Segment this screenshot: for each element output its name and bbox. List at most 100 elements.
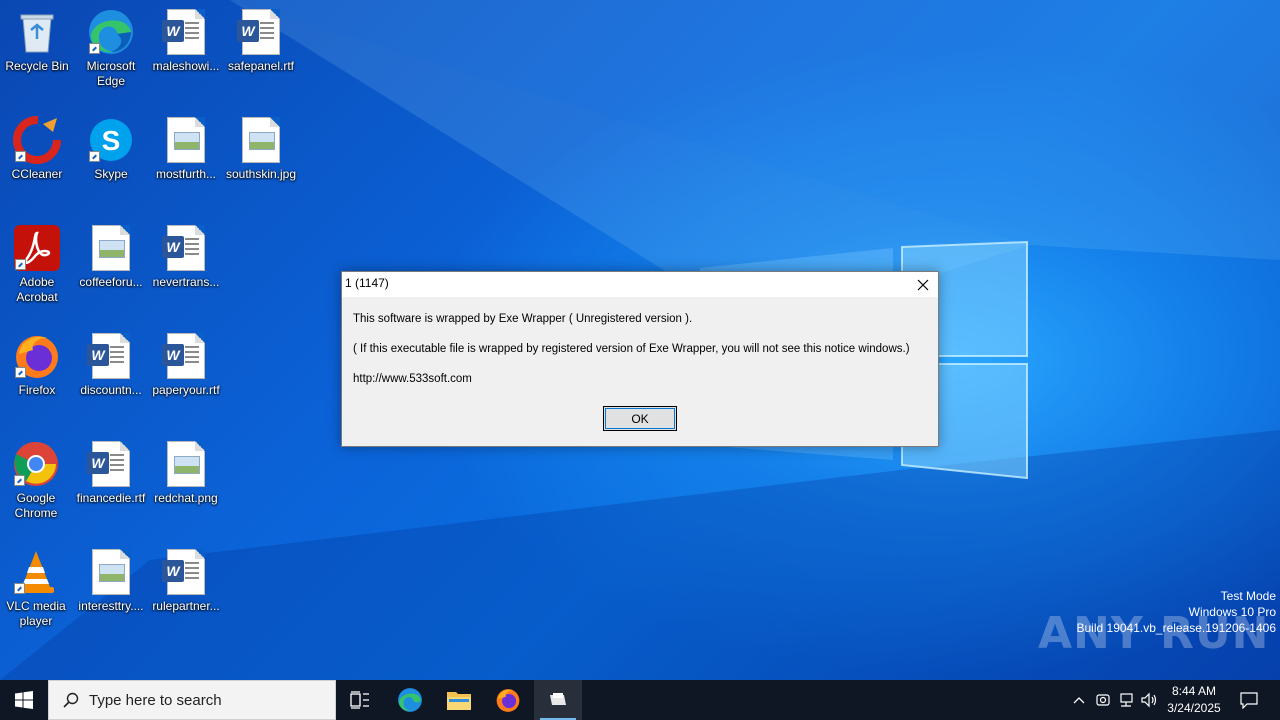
desktop-icon-redchat[interactable]: redchat.png: [148, 440, 224, 506]
desktop-icon-label: safepanel.rtf: [227, 59, 295, 73]
desktop-icon-label: discountn...: [80, 383, 142, 397]
word-document-icon: W: [237, 8, 285, 56]
ok-button[interactable]: OK: [603, 406, 677, 431]
taskbar-edge[interactable]: [386, 680, 434, 720]
ccleaner-icon: [13, 116, 61, 164]
camera-icon: [1096, 694, 1110, 706]
clock-date: 3/24/2025: [1167, 701, 1221, 715]
shortcut-arrow-icon: [14, 583, 25, 594]
dialog-message-line1: This software is wrapped by Exe Wrapper …: [353, 313, 693, 325]
desktop-icon-label: Skype: [94, 167, 128, 181]
word-document-icon: W: [87, 332, 135, 380]
desktop-icon-google-chrome[interactable]: Google Chrome: [0, 440, 74, 521]
close-button[interactable]: [908, 272, 938, 297]
shortcut-arrow-icon: [89, 151, 100, 162]
desktop-icon-skype[interactable]: S Skype: [73, 116, 149, 182]
close-icon: [917, 279, 929, 290]
desktop-icon-interesttry[interactable]: interesttry....: [73, 548, 149, 614]
start-button[interactable]: [0, 680, 48, 720]
desktop-icon-label: financedie.rtf: [76, 491, 146, 505]
taskbar-file-explorer[interactable]: [435, 680, 483, 720]
word-document-icon: W: [87, 440, 135, 488]
desktop-icon-maleshowi[interactable]: W maleshowi...: [148, 8, 224, 74]
desktop-icon-label: southskin.jpg: [225, 167, 297, 181]
image-file-icon: [87, 224, 135, 272]
clock-time: 8:44 AM: [1171, 684, 1217, 698]
desktop-icon-ccleaner[interactable]: CCleaner: [0, 116, 75, 182]
edge-icon: [398, 688, 422, 712]
desktop-icon-coffeeforu[interactable]: coffeeforu...: [73, 224, 149, 290]
desktop-icon-recycle-bin[interactable]: Recycle Bin: [0, 8, 75, 74]
file-explorer-icon: [447, 692, 471, 710]
word-document-icon: W: [162, 224, 210, 272]
desktop-icon-label: Google Chrome: [14, 491, 58, 520]
vlc-icon: [12, 548, 60, 596]
taskbar: Type here to search 8:44 AM 3/24/2025: [0, 680, 1280, 720]
dialog-titlebar[interactable]: 1 (1147): [342, 272, 938, 297]
desktop-icon-mostfurth[interactable]: mostfurth...: [148, 116, 224, 182]
exe-wrapper-dialog: 1 (1147) This software is wrapped by Exe…: [341, 271, 939, 447]
task-view-button[interactable]: [336, 680, 384, 720]
desktop-icon-label: nevertrans...: [152, 275, 220, 289]
desktop-icon-label: maleshowi...: [152, 59, 220, 73]
desktop-icon-label: VLC media player: [6, 599, 66, 628]
chrome-icon: [12, 440, 60, 488]
image-file-icon: [162, 440, 210, 488]
volume-icon: [1141, 692, 1157, 708]
desktop-icon-label: Microsoft Edge: [86, 59, 136, 88]
show-hidden-icons-button[interactable]: [1068, 680, 1090, 720]
desktop-icon-label: CCleaner: [11, 167, 63, 181]
task-view-icon: [350, 691, 369, 709]
dialog-message-url: http://www.533soft.com: [353, 373, 472, 385]
desktop-icon-financedie[interactable]: W financedie.rtf: [73, 440, 149, 506]
watermark-edition: Windows 10 Pro: [1188, 605, 1276, 619]
image-file-icon: [162, 116, 210, 164]
tray-volume[interactable]: [1139, 680, 1161, 720]
desktop-icon-label: redchat.png: [154, 491, 218, 505]
tray-meet-now[interactable]: [1092, 680, 1114, 720]
shortcut-arrow-icon: [15, 151, 26, 162]
desktop-icon-label: mostfurth...: [155, 167, 217, 181]
skype-icon: S: [87, 116, 135, 164]
desktop-icon-adobe-acrobat[interactable]: Adobe Acrobat: [0, 224, 75, 305]
taskbar-firefox[interactable]: [484, 680, 532, 720]
desktop-icon-paperyour[interactable]: W paperyour.rtf: [148, 332, 224, 398]
svg-text:S: S: [102, 125, 121, 156]
app-window-icon: [550, 693, 566, 705]
word-document-icon: W: [162, 332, 210, 380]
desktop-icon-label: paperyour.rtf: [152, 383, 220, 397]
desktop-icon-discountn[interactable]: W discountn...: [73, 332, 149, 398]
windows-watermark: Test Mode Windows 10 Pro Build 19041.vb_…: [1077, 588, 1277, 636]
taskbar-search-box[interactable]: Type here to search: [48, 680, 336, 720]
tray-network[interactable]: [1115, 680, 1137, 720]
search-placeholder: Type here to search: [89, 691, 222, 709]
desktop-icon-microsoft-edge[interactable]: Microsoft Edge: [73, 8, 149, 89]
word-document-icon: W: [162, 548, 210, 596]
desktop-icon-label: interesttry....: [78, 599, 144, 613]
shortcut-arrow-icon: [15, 367, 26, 378]
recycle-bin-icon: [13, 8, 61, 56]
desktop-icon-southskin[interactable]: southskin.jpg: [223, 116, 299, 182]
shortcut-arrow-icon: [15, 259, 26, 270]
desktop-icon-safepanel[interactable]: W safepanel.rtf: [223, 8, 299, 74]
watermark-test-mode: Test Mode: [1220, 589, 1276, 603]
desktop-icon-vlc[interactable]: VLC media player: [0, 548, 74, 629]
desktop-icon-label: rulepartner...: [152, 599, 220, 613]
dialog-message-line2: ( If this executable file is wrapped by …: [353, 343, 910, 355]
image-file-icon: [87, 548, 135, 596]
firefox-icon: [13, 332, 61, 380]
taskbar-active-app[interactable]: [534, 680, 582, 720]
dialog-title: 1 (1147): [345, 276, 389, 290]
desktop-icon-label: Recycle Bin: [5, 59, 69, 73]
desktop-icon-rulepartner[interactable]: W rulepartner...: [148, 548, 224, 614]
desktop-icon-label: coffeeforu...: [79, 275, 143, 289]
taskbar-clock[interactable]: 8:44 AM 3/24/2025: [1164, 683, 1224, 717]
watermark-build: Build 19041.vb_release.191206-1406: [1076, 621, 1277, 635]
desktop-icon-label: Firefox: [18, 383, 56, 397]
desktop-icon-firefox[interactable]: Firefox: [0, 332, 75, 398]
shortcut-arrow-icon: [14, 475, 25, 486]
notification-icon: [1240, 692, 1258, 709]
word-document-icon: W: [162, 8, 210, 56]
action-center-button[interactable]: [1234, 680, 1264, 720]
desktop-icon-nevertrans[interactable]: W nevertrans...: [148, 224, 224, 290]
